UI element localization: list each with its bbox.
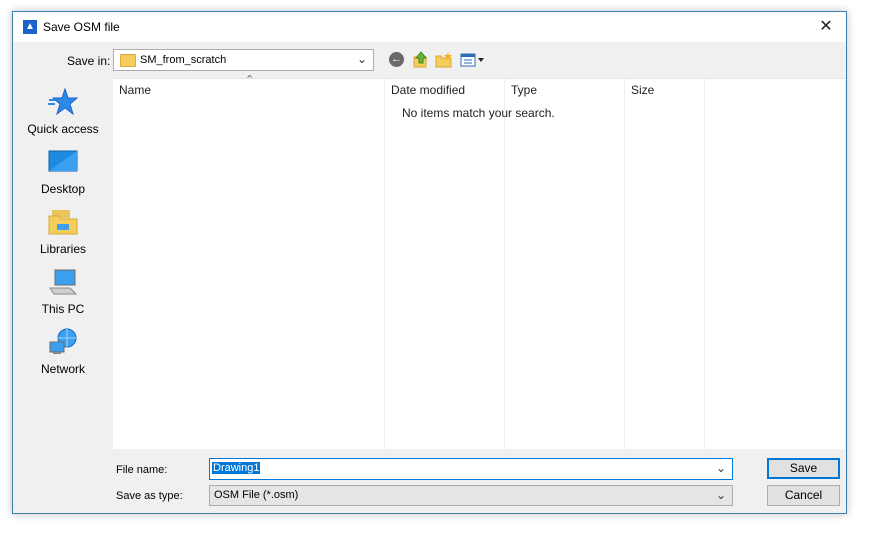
- close-icon: ✕: [819, 18, 833, 35]
- desktop-icon: [48, 150, 78, 172]
- place-quick-access[interactable]: Quick access: [22, 87, 104, 136]
- sort-up-icon: ⌃: [245, 74, 255, 86]
- back-button[interactable]: ←: [389, 52, 407, 70]
- folder-icon: [120, 54, 136, 67]
- places-bar: Quick access Desktop Libraries This PC N…: [22, 78, 104, 503]
- column-divider[interactable]: [704, 79, 705, 449]
- window-title: Save OSM file: [43, 20, 120, 34]
- save-in-value: SM_from_scratch: [140, 54, 227, 66]
- file-name-value: Drawing1: [212, 462, 261, 474]
- chevron-down-icon: ⌄: [715, 488, 726, 502]
- empty-message: No items match your search.: [402, 106, 555, 120]
- save-in-label: Save in:: [67, 54, 111, 68]
- save-as-type-dropdown[interactable]: OSM File (*.osm) ⌄: [209, 485, 733, 506]
- file-list[interactable]: ⌃ Name Date modified Type Size No items …: [113, 74, 845, 449]
- title-bar[interactable]: ▲ Save OSM file ✕: [13, 12, 846, 42]
- new-folder-button[interactable]: [435, 51, 453, 69]
- column-divider[interactable]: [504, 79, 505, 449]
- place-label: Libraries: [39, 242, 87, 256]
- network-icon: [49, 328, 77, 354]
- place-label: Desktop: [40, 182, 86, 196]
- up-folder-icon: [413, 51, 428, 68]
- chevron-down-icon[interactable]: ⌄: [716, 461, 726, 475]
- new-folder-icon: [435, 52, 452, 68]
- place-label: Quick access: [27, 122, 99, 136]
- computer-icon: [49, 269, 78, 295]
- save-dialog: ▲ Save OSM file ✕ Save in: SM_from_scrat…: [12, 11, 847, 514]
- place-label: Network: [40, 362, 85, 376]
- column-header-size[interactable]: Size: [631, 79, 654, 101]
- place-libraries[interactable]: Libraries: [22, 208, 104, 256]
- column-header-name[interactable]: Name: [119, 79, 151, 101]
- column-header-type[interactable]: Type: [511, 79, 537, 101]
- place-label: This PC: [41, 302, 85, 316]
- view-menu-icon: [460, 53, 484, 67]
- place-network[interactable]: Network: [22, 328, 104, 376]
- libraries-icon: [48, 210, 78, 235]
- column-divider[interactable]: [624, 79, 625, 449]
- save-button[interactable]: Save: [767, 458, 840, 479]
- view-menu-button[interactable]: [460, 51, 486, 69]
- up-folder-button[interactable]: [412, 51, 430, 69]
- place-desktop[interactable]: Desktop: [22, 148, 104, 196]
- save-as-type-label: Save as type:: [116, 490, 183, 502]
- file-name-label: File name:: [116, 464, 168, 476]
- star-icon: [48, 87, 79, 116]
- back-icon: ←: [389, 52, 404, 67]
- chevron-down-icon: ⌄: [356, 52, 367, 66]
- place-this-pc[interactable]: This PC: [22, 268, 104, 316]
- column-divider[interactable]: [384, 79, 385, 449]
- close-button[interactable]: ✕: [806, 12, 846, 42]
- file-name-input[interactable]: Drawing1 ⌄: [209, 458, 733, 480]
- save-in-dropdown[interactable]: SM_from_scratch ⌄: [113, 49, 374, 71]
- cancel-button[interactable]: Cancel: [767, 485, 840, 506]
- column-header-date-modified[interactable]: Date modified: [391, 79, 465, 101]
- save-as-type-value: OSM File (*.osm): [214, 489, 299, 501]
- app-icon: ▲: [23, 20, 37, 34]
